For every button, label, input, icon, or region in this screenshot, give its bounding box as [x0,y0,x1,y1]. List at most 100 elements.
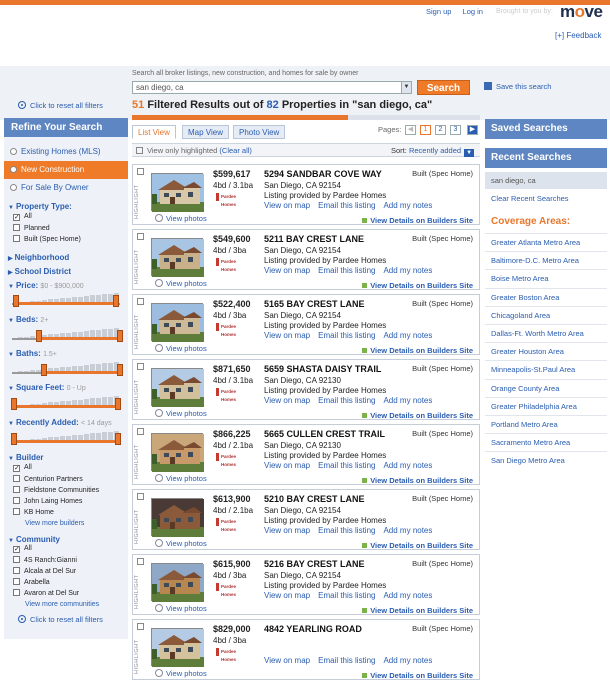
listing-address[interactable]: 4842 YEARLING ROAD [264,624,362,634]
highlight-label[interactable]: HIGHLIGHT [134,570,146,614]
mls-option-existing[interactable]: Existing Homes (MLS) [4,143,128,161]
listing-photo[interactable] [151,303,204,342]
view-details-link[interactable]: View Details on Builders Site [362,346,473,355]
builder-option[interactable]: Centurion Partners [13,475,83,483]
listing-checkbox[interactable] [137,233,144,240]
view-details-link[interactable]: View Details on Builders Site [362,606,473,615]
coverage-area-link[interactable]: Chicagoland Area [485,305,607,324]
coverage-area-link[interactable]: Greater Houston Area [485,342,607,360]
coverage-area-link[interactable]: Greater Atlanta Metro Area [485,233,607,251]
page-3[interactable]: 3 [450,125,461,135]
sqft-slider[interactable] [11,395,121,411]
slider-max-handle[interactable] [112,295,119,307]
view-on-map-link[interactable]: View on map [264,461,310,470]
community-option[interactable]: Arabella [13,578,50,586]
search-button[interactable]: Search [417,80,470,95]
coverage-area-link[interactable]: Orange County Area [485,378,607,397]
slider-min-handle[interactable] [36,330,42,342]
school-district-header[interactable]: ▶ School District [8,267,71,276]
view-on-map-link[interactable]: View on map [264,591,310,600]
email-listing-link[interactable]: Email this listing [318,591,375,600]
view-photos-link[interactable]: View photos [155,604,207,613]
listing-photo[interactable] [151,433,204,472]
builder-option[interactable]: KB Home [13,508,54,516]
view-more-communities-link[interactable]: View more communities [25,601,99,608]
builder-header[interactable]: ▼ Builder [8,453,44,462]
recent-search-item[interactable]: san diego, ca [485,172,607,189]
sort-value[interactable]: Recently added [409,146,461,155]
community-header[interactable]: ▼ Community [8,535,60,544]
coverage-area-link[interactable]: Dallas-Ft. Worth Metro Area [485,324,607,342]
reset-filters-bottom[interactable]: Click to reset all filters [18,615,103,624]
baths-slider[interactable] [12,361,123,377]
slider-min-handle[interactable] [13,295,20,307]
recently-slider[interactable] [11,430,121,446]
coverage-area-link[interactable]: Sacramento Metro Area [485,433,607,451]
prev-page-icon[interactable]: ◀ [405,125,416,135]
tab-map-view[interactable]: Map View [182,125,229,139]
view-on-map-link[interactable]: View on map [264,396,310,405]
listing-photo[interactable] [151,238,204,277]
listing-checkbox[interactable] [137,493,144,500]
search-input[interactable] [132,81,412,94]
coverage-area-link[interactable]: Portland Metro Area [485,415,607,433]
chevron-down-icon[interactable]: ▼ [401,82,411,93]
slider-max-handle[interactable] [114,398,121,410]
listing-photo[interactable] [151,173,204,212]
community-option[interactable]: Avaron at Del Sur [13,589,79,597]
highlight-label[interactable]: HIGHLIGHT [134,245,146,289]
builder-option[interactable]: Fieldstone Communities [13,486,99,494]
sign-up-link[interactable]: Sign up [426,7,451,16]
view-photos-link[interactable]: View photos [155,279,207,288]
slider-min-handle[interactable] [11,398,18,410]
listing-checkbox[interactable] [137,168,144,175]
highlight-label[interactable]: HIGHLIGHT [134,505,146,549]
highlight-label[interactable]: HIGHLIGHT [134,375,146,419]
coverage-area-link[interactable]: Greater Philadelphia Area [485,396,607,415]
add-notes-link[interactable]: Add my notes [383,526,432,535]
move-logo[interactable]: move [560,2,606,24]
add-notes-link[interactable]: Add my notes [383,201,432,210]
email-listing-link[interactable]: Email this listing [318,201,375,210]
email-listing-link[interactable]: Email this listing [318,461,375,470]
view-details-link[interactable]: View Details on Builders Site [362,411,473,420]
ptype-built[interactable]: Built (Spec Home) [13,235,81,243]
listing-address[interactable]: 5665 CULLEN CREST TRAIL [264,429,385,439]
highlight-label[interactable]: HIGHLIGHT [134,310,146,354]
checkbox-icon[interactable] [136,147,143,154]
view-on-map-link[interactable]: View on map [264,201,310,210]
add-notes-link[interactable]: Add my notes [383,591,432,600]
builder-all[interactable]: ✓ All [13,464,32,472]
listing-checkbox[interactable] [137,428,144,435]
tab-photo-view[interactable]: Photo View [233,125,286,139]
page-1[interactable]: 1 [420,125,431,135]
slider-max-handle[interactable] [117,364,123,376]
tab-list-view[interactable]: List View [132,125,176,139]
highlight-label[interactable]: HIGHLIGHT [134,180,146,224]
highlight-label[interactable]: HIGHLIGHT [134,635,146,679]
email-listing-link[interactable]: Email this listing [318,656,375,665]
add-notes-link[interactable]: Add my notes [383,396,432,405]
listing-address[interactable]: 5659 SHASTA DAISY TRAIL [264,364,381,374]
community-option[interactable]: Alcala at Del Sur [13,567,76,575]
save-search-link[interactable]: Save this search [484,82,551,91]
community-all[interactable]: ✓ All [13,545,32,553]
slider-min-handle[interactable] [41,364,48,376]
view-photos-link[interactable]: View photos [155,539,207,548]
listing-address[interactable]: 5294 SANDBAR COVE WAY [264,169,382,179]
view-photos-link[interactable]: View photos [155,409,207,418]
add-notes-link[interactable]: Add my notes [383,461,432,470]
ptype-planned[interactable]: Planned [13,224,50,232]
view-details-link[interactable]: View Details on Builders Site [362,476,473,485]
view-on-map-link[interactable]: View on map [264,526,310,535]
view-photos-link[interactable]: View photos [155,214,207,223]
email-listing-link[interactable]: Email this listing [318,526,375,535]
listing-address[interactable]: 5216 BAY CREST LANE [264,559,365,569]
listing-photo[interactable] [151,563,204,602]
property-type-header[interactable]: ▼ Property Type: [8,202,72,211]
email-listing-link[interactable]: Email this listing [318,266,375,275]
mls-option-new-construction[interactable]: New Construction [4,161,128,179]
slider-max-handle[interactable] [117,330,123,342]
log-in-link[interactable]: Log in [463,7,483,16]
add-notes-link[interactable]: Add my notes [383,656,432,665]
